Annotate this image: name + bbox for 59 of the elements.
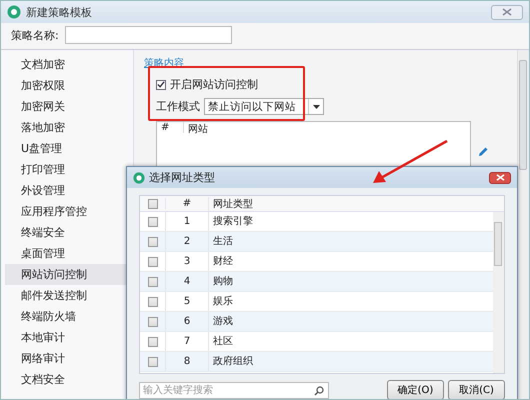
checkbox[interactable]	[148, 256, 158, 266]
checkbox[interactable]	[156, 80, 166, 90]
sidebar-item[interactable]: 加密网关	[5, 96, 129, 117]
name-field[interactable]	[64, 26, 232, 44]
column-header: 网站	[187, 122, 208, 136]
checkbox[interactable]	[148, 276, 158, 286]
mode-dropdown[interactable]: 禁止访问以下网站	[204, 98, 324, 115]
scrollbar[interactable]	[517, 50, 529, 399]
search-icon[interactable]	[314, 386, 324, 396]
table-cell: 1	[165, 212, 208, 231]
sidebar-item[interactable]: 外设管理	[5, 180, 129, 201]
dialog-title: 选择网址类型	[149, 170, 215, 185]
logo-icon	[133, 172, 145, 184]
sidebar-item[interactable]: 桌面管理	[5, 243, 129, 264]
checkbox[interactable]	[148, 236, 158, 246]
table-cell: 7	[165, 332, 208, 351]
table-cell: 8	[165, 352, 208, 371]
table-cell: 6	[165, 312, 208, 331]
scrollbar[interactable]	[493, 212, 504, 373]
sidebar-item[interactable]: 本地审计	[5, 327, 129, 348]
column-header: 网址类型	[208, 196, 492, 210]
sidebar-item[interactable]: 网络审计	[5, 348, 129, 369]
table-cell: 2	[165, 232, 208, 251]
sidebar-item[interactable]: 加密权限	[5, 75, 129, 96]
table-cell: 3	[165, 252, 208, 271]
sidebar-item[interactable]: 落地加密	[5, 117, 129, 138]
sidebar-item[interactable]: 网站访问控制	[5, 264, 129, 285]
sidebar-item[interactable]: U盘管理	[5, 138, 129, 159]
close-icon	[496, 174, 504, 181]
search-field[interactable]: 输入关键字搜索	[139, 382, 329, 398]
dialog-button[interactable]: 取消(C)	[448, 380, 505, 399]
mode-label: 工作模式	[156, 99, 200, 114]
sidebar-item[interactable]: 邮件发送控制	[5, 285, 129, 306]
column-header: #	[157, 122, 184, 133]
name-label: 策略名称:	[11, 28, 59, 42]
checkbox-label: 开启网站访问控制	[170, 77, 258, 92]
edit-icon[interactable]	[477, 146, 489, 158]
close-button[interactable]	[491, 4, 523, 20]
table-cell: 5	[165, 292, 208, 311]
logo-icon	[7, 5, 21, 19]
column-header: #	[165, 198, 208, 209]
close-icon	[502, 8, 512, 16]
window-title: 新建策略模板	[26, 4, 92, 20]
checkbox[interactable]	[148, 296, 158, 306]
sidebar-item[interactable]: 应用程序管控	[5, 201, 129, 222]
checkbox[interactable]	[148, 198, 158, 208]
sidebar-item[interactable]: 终端防火墙	[5, 306, 129, 327]
close-button[interactable]	[489, 172, 511, 184]
sidebar-item[interactable]: 终端安全	[5, 222, 129, 243]
sidebar-item[interactable]: 打印管理	[5, 159, 129, 180]
sidebar-item[interactable]: 文档安全	[5, 369, 129, 390]
dialog-button[interactable]: 确定(O)	[387, 380, 444, 399]
checkbox[interactable]	[148, 336, 158, 346]
caret-icon	[312, 104, 320, 108]
checkbox[interactable]	[148, 356, 158, 366]
checkbox[interactable]	[148, 316, 158, 326]
table-cell: 4	[165, 272, 208, 291]
checkbox[interactable]	[148, 216, 158, 226]
sidebar-item[interactable]: 文档加密	[5, 54, 129, 75]
